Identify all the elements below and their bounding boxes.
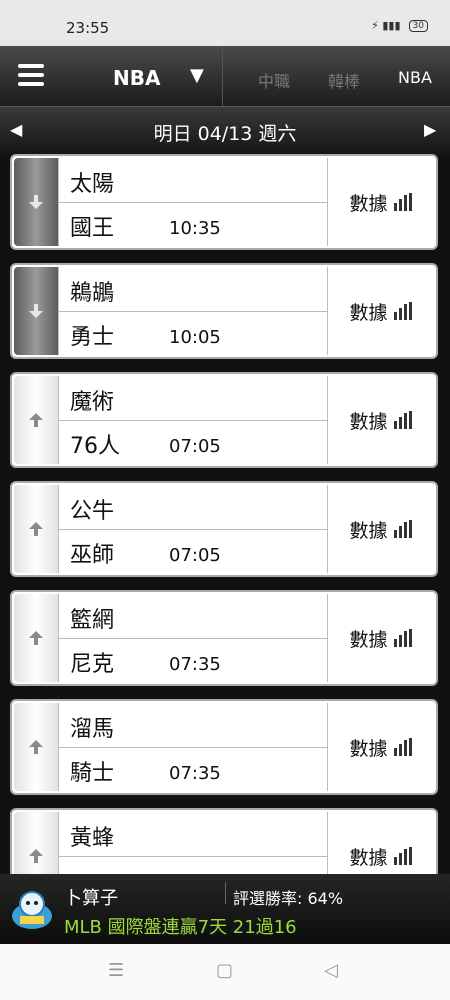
arrow-up-icon xyxy=(14,594,59,682)
promo-banner[interactable]: 卜算子 評選勝率: 64% MLB 國際盤連贏7天 21過16 xyxy=(0,874,450,944)
tab-kbo[interactable]: 韓棒 xyxy=(328,68,360,92)
game-teams: 鵜鶘 勇士 10:05 xyxy=(58,267,328,355)
status-icons: ⚡ ▮▮▮ 30 xyxy=(371,19,428,32)
stats-button[interactable]: 數據 xyxy=(327,158,434,246)
stats-button[interactable]: 數據 xyxy=(327,267,434,355)
arrow-up-icon xyxy=(14,376,59,464)
tab-cpbl[interactable]: 中職 xyxy=(258,68,290,92)
game-teams: 溜馬 騎士 07:35 xyxy=(58,703,328,791)
game-time: 07:05 xyxy=(169,436,221,457)
bar-chart-icon xyxy=(393,193,412,211)
team-away: 太陽 xyxy=(70,172,115,197)
back-icon[interactable]: ◁ xyxy=(324,960,338,981)
stats-button[interactable]: 數據 xyxy=(327,703,434,791)
game-teams: 籃網 尼克 07:35 xyxy=(58,594,328,682)
signal-icon: ⚡ ▮▮▮ xyxy=(371,19,401,32)
stats-button[interactable]: 數據 xyxy=(327,485,434,573)
game-list[interactable]: 太陽 國王 10:35 數據 鵜鶘 勇士 10:05 數據 魔術 76人 07:05 xyxy=(0,154,450,874)
date-label: 明日 04/13 週六 xyxy=(153,123,297,145)
team-home: 勇士 xyxy=(70,325,115,350)
game-card[interactable]: 公牛 巫師 07:05 數據 xyxy=(10,481,438,577)
team-away: 鵜鶘 xyxy=(70,281,115,306)
system-nav-bar: ☰ ▢ ◁ xyxy=(0,944,450,1000)
team-away: 籃網 xyxy=(70,608,115,633)
game-time: 10:05 xyxy=(169,327,221,348)
bar-chart-icon xyxy=(393,738,412,756)
game-teams: 太陽 國王 10:35 xyxy=(58,158,328,246)
bar-chart-icon xyxy=(393,302,412,320)
game-time: 07:35 xyxy=(169,763,221,784)
game-card[interactable]: 籃網 尼克 07:35 數據 xyxy=(10,590,438,686)
stats-label: 數據 xyxy=(349,519,388,542)
promo-message: MLB 國際盤連贏7天 21過16 xyxy=(64,917,297,938)
game-card[interactable]: 鵜鶘 勇士 10:05 數據 xyxy=(10,263,438,359)
game-time: 07:05 xyxy=(169,545,221,566)
game-teams: 黃蜂 xyxy=(58,812,328,874)
team-home: 國王 xyxy=(70,216,115,241)
arrow-down-icon xyxy=(14,158,58,246)
bar-chart-icon xyxy=(393,629,412,647)
bar-chart-icon xyxy=(393,520,412,538)
bar-chart-icon xyxy=(393,411,412,429)
hamburger-menu-icon[interactable] xyxy=(18,64,44,86)
promo-divider xyxy=(225,882,226,904)
arrow-up-icon xyxy=(14,703,59,791)
brand-logo xyxy=(12,891,52,929)
team-away: 黃蜂 xyxy=(70,826,115,851)
stats-label: 數據 xyxy=(349,628,388,651)
win-rate: 評選勝率: 64% xyxy=(233,889,344,908)
game-card[interactable]: 黃蜂 數據 xyxy=(10,808,438,874)
status-bar: 23:55 ⚡ ▮▮▮ 30 xyxy=(0,0,450,46)
stats-label: 數據 xyxy=(349,846,388,869)
tab-nba[interactable]: NBA xyxy=(398,68,432,87)
home-icon[interactable]: ▢ xyxy=(216,960,233,981)
status-time: 23:55 xyxy=(66,19,110,37)
team-home: 尼克 xyxy=(70,652,115,677)
stats-label: 數據 xyxy=(349,737,388,760)
game-time: 10:35 xyxy=(169,218,221,239)
game-teams: 公牛 巫師 07:05 xyxy=(58,485,328,573)
team-away: 公牛 xyxy=(70,499,115,524)
arrow-right-icon[interactable]: ▶ xyxy=(424,120,436,139)
team-home: 巫師 xyxy=(70,543,115,568)
game-card[interactable]: 魔術 76人 07:05 數據 xyxy=(10,372,438,468)
brand-name: 卜算子 xyxy=(64,888,118,909)
arrow-up-icon xyxy=(14,485,59,573)
arrow-down-icon xyxy=(14,267,58,355)
stats-label: 數據 xyxy=(349,410,388,433)
battery-icon: 30 xyxy=(408,19,428,32)
game-card[interactable]: 太陽 國王 10:35 數據 xyxy=(10,154,438,250)
top-nav-bar: NBA ▼ 中職 韓棒 NBA xyxy=(0,46,450,106)
arrow-up-icon xyxy=(14,812,59,874)
stats-label: 數據 xyxy=(349,301,388,324)
date-bar: ◀ 明日 04/13 週六 ▶ xyxy=(0,106,450,155)
league-selector[interactable]: NBA xyxy=(113,66,160,90)
stats-label: 數據 xyxy=(349,192,388,215)
team-away: 魔術 xyxy=(70,390,115,415)
stats-button[interactable]: 數據 xyxy=(327,376,434,464)
caret-down-icon[interactable]: ▼ xyxy=(190,65,204,86)
recent-apps-icon[interactable]: ☰ xyxy=(108,960,124,981)
team-home: 騎士 xyxy=(70,761,115,786)
stats-button[interactable]: 數據 xyxy=(327,594,434,682)
stats-button[interactable]: 數據 xyxy=(327,812,434,874)
game-teams: 魔術 76人 07:05 xyxy=(58,376,328,464)
team-away: 溜馬 xyxy=(70,717,115,742)
game-time: 07:35 xyxy=(169,654,221,675)
bar-chart-icon xyxy=(393,847,412,865)
team-home: 76人 xyxy=(70,434,120,459)
nav-divider xyxy=(222,46,223,106)
game-card[interactable]: 溜馬 騎士 07:35 數據 xyxy=(10,699,438,795)
